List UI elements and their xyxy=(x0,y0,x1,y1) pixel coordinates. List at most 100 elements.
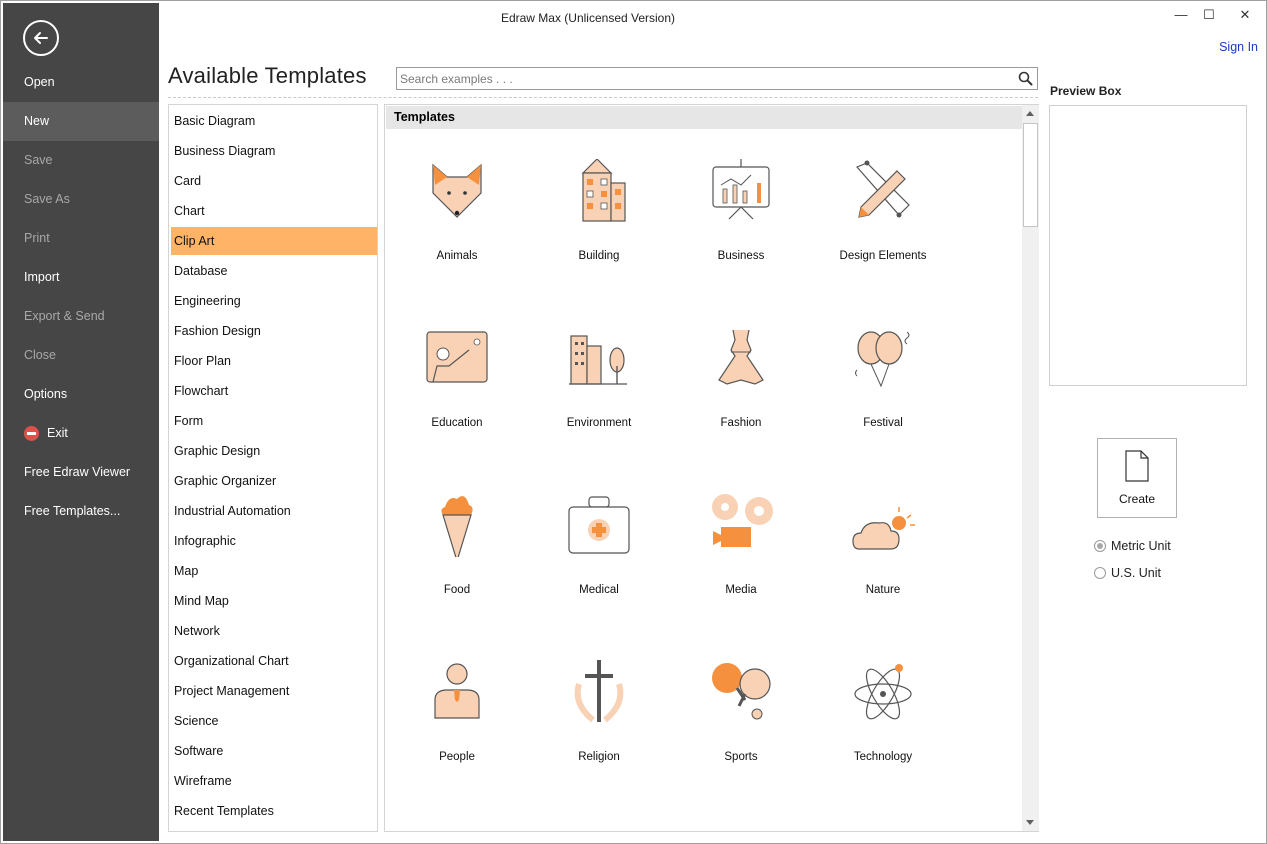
category-network[interactable]: Network xyxy=(171,619,377,643)
menu-save-as[interactable]: Save As xyxy=(3,180,159,219)
sign-in-link[interactable]: Sign In xyxy=(1219,40,1258,54)
menu-free-templates-label: Free Templates... xyxy=(24,504,121,518)
template-media[interactable]: Media xyxy=(671,493,811,623)
ice-cream-icon xyxy=(441,496,473,557)
city-tree-icon xyxy=(569,335,627,385)
atom-icon xyxy=(854,664,912,720)
menu-export-send[interactable]: Export & Send xyxy=(3,297,159,336)
category-graphic-organizer[interactable]: Graphic Organizer xyxy=(171,469,377,493)
us-unit-label: U.S. Unit xyxy=(1111,566,1162,580)
templates-scrollbar[interactable] xyxy=(1022,105,1039,831)
new-document-icon xyxy=(1125,450,1149,482)
template-medical[interactable]: Medical xyxy=(529,493,669,623)
template-education-label: Education xyxy=(431,417,483,429)
menu-close-label: Close xyxy=(24,348,56,362)
teacher-board-icon xyxy=(426,331,488,383)
presentation-board-icon xyxy=(712,159,770,220)
category-chart[interactable]: Chart xyxy=(171,199,377,223)
first-aid-kit-icon xyxy=(568,496,630,554)
category-flowchart[interactable]: Flowchart xyxy=(171,379,377,403)
category-graphic-design[interactable]: Graphic Design xyxy=(171,439,377,463)
menu-export-send-label: Export & Send xyxy=(24,309,105,323)
template-religion[interactable]: Religion xyxy=(529,660,669,790)
search-box xyxy=(396,67,1038,90)
person-icon xyxy=(434,663,480,719)
template-media-label: Media xyxy=(725,584,757,596)
pencil-ruler-icon xyxy=(855,160,910,218)
minimize-button[interactable]: — xyxy=(1170,6,1192,24)
category-engineering[interactable]: Engineering xyxy=(171,289,377,313)
category-list: Basic Diagram Business Diagram Card Char… xyxy=(168,104,378,832)
template-environment[interactable]: Environment xyxy=(529,326,669,456)
menu-options[interactable]: Options xyxy=(3,375,159,414)
category-recent-templates[interactable]: Recent Templates xyxy=(171,799,377,823)
scroll-up-icon[interactable] xyxy=(1022,105,1039,122)
search-input[interactable] xyxy=(397,68,997,89)
template-design-elements-label: Design Elements xyxy=(839,250,927,262)
preview-title: Preview Box xyxy=(1050,84,1122,98)
category-form[interactable]: Form xyxy=(171,409,377,433)
category-mind-map[interactable]: Mind Map xyxy=(171,589,377,613)
category-infographic[interactable]: Infographic xyxy=(171,529,377,553)
us-unit-radio[interactable] xyxy=(1094,567,1106,579)
menu-free-viewer-label: Free Edraw Viewer xyxy=(24,465,131,479)
category-floor-plan[interactable]: Floor Plan xyxy=(171,349,377,373)
template-technology[interactable]: Technology xyxy=(813,660,953,790)
maximize-button[interactable]: ☐ xyxy=(1198,6,1220,24)
template-fashion[interactable]: Fashion xyxy=(671,326,811,456)
menu-close[interactable]: Close xyxy=(3,336,159,375)
menu-open[interactable]: Open xyxy=(3,63,159,102)
template-business[interactable]: Business xyxy=(671,159,811,289)
page-title: Available Templates xyxy=(168,63,367,88)
back-arrow-icon xyxy=(34,32,48,44)
metric-unit-radio[interactable] xyxy=(1094,540,1106,552)
ping-pong-icon xyxy=(712,663,771,720)
menu-print-label: Print xyxy=(24,231,50,245)
close-button[interactable]: ✕ xyxy=(1234,6,1256,24)
balloons-icon xyxy=(855,331,910,388)
category-clip-art[interactable]: Clip Art xyxy=(171,227,377,255)
category-software[interactable]: Software xyxy=(171,739,377,763)
template-sports-label: Sports xyxy=(724,751,758,763)
scroll-thumb[interactable] xyxy=(1023,123,1038,227)
menu-exit-label: Exit xyxy=(47,426,68,440)
menu-new[interactable]: New xyxy=(3,102,159,141)
category-wireframe[interactable]: Wireframe xyxy=(171,769,377,793)
template-food-label: Food xyxy=(443,584,471,596)
category-database[interactable]: Database xyxy=(171,259,377,283)
template-animals[interactable]: Animals xyxy=(387,159,527,289)
template-people[interactable]: People xyxy=(387,660,527,790)
menu-free-templates[interactable]: Free Templates... xyxy=(3,492,159,531)
category-fashion-design[interactable]: Fashion Design xyxy=(171,319,377,343)
category-industrial-automation[interactable]: Industrial Automation xyxy=(171,499,377,523)
back-button[interactable] xyxy=(23,20,59,56)
category-organizational-chart[interactable]: Organizational Chart xyxy=(171,649,377,673)
templates-header: Templates xyxy=(386,106,1022,129)
category-map[interactable]: Map xyxy=(171,559,377,583)
template-sports[interactable]: Sports xyxy=(671,660,811,790)
template-design-elements[interactable]: Design Elements xyxy=(813,159,953,289)
template-food[interactable]: Food xyxy=(387,493,527,623)
templates-pane: Templates Animals Building Business Desi… xyxy=(384,104,1039,832)
template-nature[interactable]: Nature xyxy=(813,493,953,623)
category-science[interactable]: Science xyxy=(171,709,377,733)
menu-save[interactable]: Save xyxy=(3,141,159,180)
menu-import[interactable]: Import xyxy=(3,258,159,297)
template-education[interactable]: Education xyxy=(387,326,527,456)
template-building[interactable]: Building xyxy=(529,159,669,289)
scroll-down-icon[interactable] xyxy=(1022,814,1039,831)
search-icon[interactable] xyxy=(1018,71,1033,86)
create-button[interactable]: Create xyxy=(1097,438,1177,518)
building-icon xyxy=(581,159,626,222)
menu-free-edraw-viewer[interactable]: Free Edraw Viewer xyxy=(3,453,159,492)
header-divider xyxy=(168,97,1038,98)
template-festival[interactable]: Festival xyxy=(813,326,953,456)
template-festival-label: Festival xyxy=(863,417,903,429)
category-card[interactable]: Card xyxy=(171,169,377,193)
template-fashion-label: Fashion xyxy=(720,417,762,429)
menu-print[interactable]: Print xyxy=(3,219,159,258)
category-business-diagram[interactable]: Business Diagram xyxy=(171,139,377,163)
menu-exit[interactable]: Exit xyxy=(3,414,159,453)
category-project-management[interactable]: Project Management xyxy=(171,679,377,703)
category-basic-diagram[interactable]: Basic Diagram xyxy=(171,109,377,133)
